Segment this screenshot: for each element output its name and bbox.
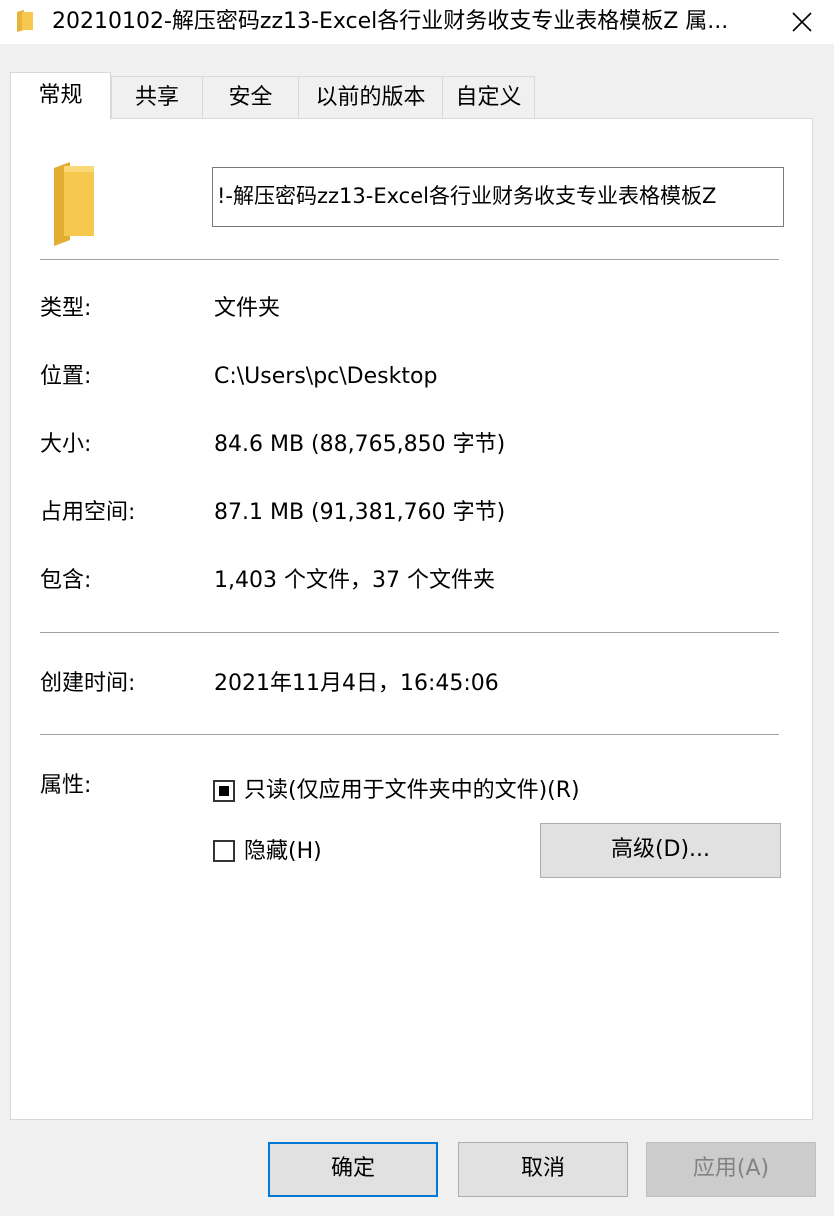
readonly-label[interactable]: 只读(仅应用于文件夹中的文件)(R) (244, 776, 580, 806)
ok-button[interactable]: 确定 (268, 1142, 438, 1197)
apply-button[interactable]: 应用(A) (646, 1142, 816, 1197)
title-bar: 20210102-解压密码zz13-Excel各行业财务收支专业表格模板Z 属.… (0, 0, 834, 44)
window-title: 20210102-解压密码zz13-Excel各行业财务收支专业表格模板Z 属.… (52, 9, 729, 34)
tab-strip: 常规 共享 安全 以前的版本 自定义 (10, 72, 810, 120)
separator (40, 632, 779, 633)
size-value: 84.6 MB (88,765,850 字节) (214, 432, 506, 457)
tab-security[interactable]: 安全 (202, 76, 299, 118)
created-label: 创建时间: (40, 671, 136, 696)
advanced-button[interactable]: 高级(D)... (540, 823, 781, 878)
folder-icon (54, 162, 94, 246)
attributes-label: 属性: (40, 773, 92, 798)
separator (40, 734, 779, 735)
folder-icon (17, 10, 33, 32)
tab-general[interactable]: 常规 (10, 72, 111, 120)
tab-sharing[interactable]: 共享 (111, 76, 203, 118)
contains-label: 包含: (40, 568, 92, 593)
cancel-button[interactable]: 取消 (458, 1142, 628, 1197)
indeterminate-mark (219, 786, 229, 796)
contains-value: 1,403 个文件，37 个文件夹 (214, 568, 495, 593)
hidden-checkbox[interactable] (213, 840, 235, 862)
readonly-checkbox[interactable] (213, 780, 235, 802)
size-label: 大小: (40, 432, 92, 457)
tab-customize[interactable]: 自定义 (442, 76, 535, 118)
close-button[interactable] (780, 4, 824, 40)
hidden-label[interactable]: 隐藏(H) (244, 837, 322, 867)
size-on-disk-value: 87.1 MB (91,381,760 字节) (214, 500, 506, 525)
created-value: 2021年11月4日，16:45:06 (214, 671, 499, 696)
tab-previous-versions[interactable]: 以前的版本 (298, 76, 443, 118)
size-on-disk-label: 占用空间: (40, 500, 136, 525)
type-value: 文件夹 (214, 296, 281, 321)
close-icon (792, 12, 812, 32)
separator (40, 259, 779, 260)
type-label: 类型: (40, 296, 92, 321)
location-label: 位置: (40, 364, 92, 389)
folder-name-field[interactable]: !-解压密码zz13-Excel各行业财务收支专业表格模板Z (212, 167, 784, 227)
general-panel (10, 118, 813, 1120)
location-value: C:\Users\pc\Desktop (214, 364, 438, 389)
